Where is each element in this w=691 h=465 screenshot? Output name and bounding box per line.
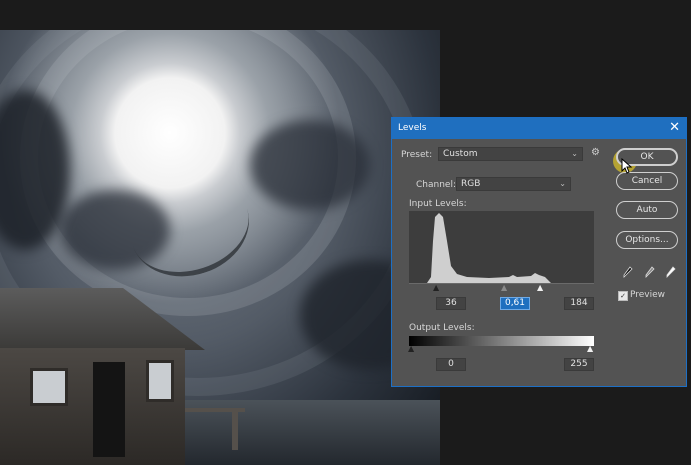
channel-value: RGB xyxy=(461,179,481,189)
preset-label: Preset: xyxy=(401,150,433,160)
dialog-titlebar[interactable]: Levels ✕ xyxy=(392,118,686,139)
gear-icon[interactable]: ⚙ xyxy=(591,147,600,158)
preset-select[interactable]: Custom ⌄ xyxy=(438,147,583,161)
mouse-cursor-icon xyxy=(621,158,633,174)
input-white-slider[interactable]: ▲ xyxy=(537,284,543,292)
eyedropper-gray-icon[interactable] xyxy=(645,266,655,278)
output-white-field[interactable]: 255 xyxy=(564,358,594,371)
levels-dialog: Levels ✕ Preset: Custom ⌄ ⚙ Channel: RGB… xyxy=(391,117,687,387)
auto-button[interactable]: Auto xyxy=(616,201,678,219)
chevron-down-icon: ⌄ xyxy=(571,149,578,158)
document-canvas[interactable] xyxy=(0,30,440,465)
output-white-slider[interactable]: ▲ xyxy=(587,345,593,353)
dialog-title: Levels xyxy=(398,123,427,133)
output-gradient xyxy=(409,336,594,346)
input-gamma-slider[interactable]: ▲ xyxy=(501,284,507,292)
output-black-slider[interactable]: ▲ xyxy=(408,345,414,353)
cabin-door xyxy=(93,362,125,457)
input-black-field[interactable]: 36 xyxy=(436,297,466,310)
input-white-field[interactable]: 184 xyxy=(564,297,594,310)
eyedropper-black-icon[interactable] xyxy=(623,266,633,278)
output-levels-label: Output Levels: xyxy=(409,323,475,333)
cancel-button[interactable]: Cancel xyxy=(616,172,678,190)
channel-select[interactable]: RGB ⌄ xyxy=(456,177,571,191)
preview-label: Preview xyxy=(630,290,666,300)
preset-value: Custom xyxy=(443,149,478,159)
input-levels-label: Input Levels: xyxy=(409,199,467,209)
options-button[interactable]: Options... xyxy=(616,231,678,249)
close-icon[interactable]: ✕ xyxy=(669,120,680,135)
chevron-down-icon: ⌄ xyxy=(559,179,566,188)
preview-checkbox[interactable]: ✓ xyxy=(618,291,628,301)
channel-label: Channel: xyxy=(416,180,456,190)
eyedropper-white-icon[interactable] xyxy=(666,266,676,278)
cabin-window xyxy=(146,360,174,402)
input-black-slider[interactable]: ▲ xyxy=(433,284,439,292)
fence-post xyxy=(232,408,238,450)
cloud xyxy=(250,120,370,210)
histogram-graph xyxy=(409,213,551,283)
input-gamma-field[interactable]: 0,61 xyxy=(500,297,530,310)
histogram xyxy=(409,211,594,284)
output-black-field[interactable]: 0 xyxy=(436,358,466,371)
cabin-window xyxy=(30,368,68,406)
